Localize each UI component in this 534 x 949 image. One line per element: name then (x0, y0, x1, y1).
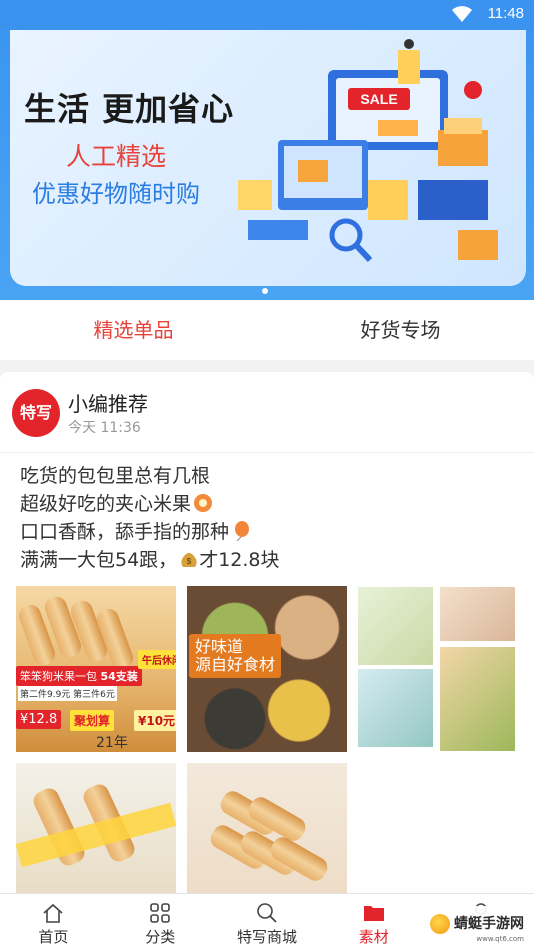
status-bar: 11:48 (0, 0, 534, 30)
nav-category-label: 分类 (145, 928, 176, 946)
category-grid-icon (150, 903, 170, 923)
banner-section: 生活 更加省心 人工精选 优惠好物随时购 SALE (0, 0, 534, 300)
folder-icon (363, 906, 384, 921)
post-line-4: 满满一大包54跟， $ 才12.8块 (20, 549, 280, 571)
photo-grains-label: 好味道 源自好食材 (189, 634, 282, 678)
blossom-emoji-icon (194, 494, 213, 512)
nav-category[interactable]: 分类 (107, 894, 214, 949)
site-watermark: 蜻蜓手游网 www.qt6.com (426, 906, 530, 943)
post-photo-grains[interactable]: 好味道 源自好食材 (187, 586, 347, 752)
post-author: 小编推荐 (68, 392, 148, 416)
post-photo-packaged-rolls[interactable] (16, 763, 176, 902)
nav-materials-label: 素材 (358, 928, 389, 946)
post-line-1: 吃货的包包里总有几根 (20, 465, 211, 487)
dragonfly-logo-icon (430, 914, 450, 934)
tab-good-deals[interactable]: 好货专场 (267, 300, 534, 360)
wifi-icon (452, 6, 472, 22)
post-time: 今天 11:36 (68, 420, 141, 436)
post-photo-rice-rolls-ad[interactable]: 笨笨狗米果一包 54支装 午后休闲零食 第二件9.9元 第三件6元 ¥12.8 … (16, 586, 176, 752)
banner-subtitle-2: 优惠好物随时购 (32, 180, 200, 208)
svg-text:$: $ (187, 557, 192, 566)
nav-mall-label: 特写商城 (236, 928, 297, 946)
collage-cell (439, 646, 516, 752)
photo-ad-badge: 午后休闲零食 (138, 650, 176, 669)
tab-bar: 精选单品 好货专场 (0, 300, 534, 360)
banner-title: 生活 更加省心 (24, 90, 235, 128)
post-divider (0, 452, 534, 453)
collage-cell (357, 586, 434, 666)
nav-mall[interactable]: 特写商城 (214, 894, 321, 949)
nav-materials[interactable]: 素材 (320, 894, 427, 949)
post-card[interactable]: 特写 小编推荐 今天 11:36 吃货的包包里总有几根 超级好吃的夹心米果 口口… (0, 372, 534, 902)
search-icon (257, 903, 277, 923)
photo-ad-price: ¥12.8 (16, 710, 62, 729)
banner-carousel[interactable]: 生活 更加省心 人工精选 优惠好物随时购 SALE (10, 14, 526, 286)
collage-cell (439, 586, 516, 642)
money-bag-emoji-icon: $ (181, 553, 197, 567)
post-text: 吃货的包包里总有几根 超级好吃的夹心米果 口口香酥，舔手指的那种 满满一大包54… (20, 462, 280, 574)
carousel-indicator-dot[interactable] (262, 288, 268, 294)
app-screen: 生活 更加省心 人工精选 优惠好物随时购 SALE 11:48 精选单品 好货专… (0, 0, 534, 949)
collage-cell (357, 668, 434, 748)
avatar[interactable]: 特写 (12, 389, 60, 437)
balloon-emoji-icon (235, 521, 250, 541)
photo-ad-promo: 第二件9.9元 第三件6元 (18, 686, 117, 701)
rice-roll (267, 833, 331, 885)
photo-ad-banner: 笨笨狗米果一包 54支装 (16, 666, 142, 686)
shopping-illustration: SALE (238, 39, 498, 263)
banner-subtitle-1: 人工精选 (66, 142, 167, 171)
photo-ad-deal: 聚划算 (70, 710, 115, 731)
photo-ad-coupon: ¥10元 (134, 710, 176, 731)
post-line-3: 口口香酥，舔手指的那种 (20, 518, 280, 546)
nav-home[interactable]: 首页 (0, 894, 107, 949)
post-photo-collage[interactable] (357, 586, 517, 752)
nav-home-label: 首页 (38, 928, 69, 946)
post-photo-stacked-rolls[interactable] (187, 763, 347, 902)
sale-sign-text: SALE (360, 91, 397, 107)
status-time: 11:48 (487, 5, 524, 22)
photo-ad-year: 21年 (96, 735, 128, 751)
tab-featured-items[interactable]: 精选单品 (0, 300, 267, 360)
post-line-2: 超级好吃的夹心米果 (20, 490, 280, 518)
home-icon (43, 903, 63, 923)
